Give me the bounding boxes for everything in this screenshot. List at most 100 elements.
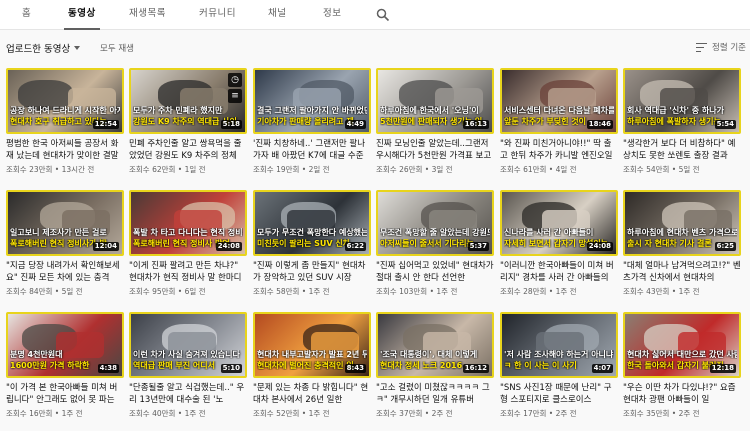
video-meta: 조회수 28만회 • 1주 전 [500,287,577,296]
video-card[interactable]: 결국 그랜저 팔아가지 안 바뀌었던 기아차가 판매량 올리려고 제 4:49 '진짜… [253,68,371,186]
video-thumbnail[interactable]: 하루아침에 현대차 벤츠 가격으로 출시 자 현대차 기사 결론 6:25 [623,190,741,256]
duration-badge: 4:07 [591,364,613,373]
video-thumbnail[interactable]: '저 사람 조사해야 하는거 아니냐' ㅋ 한 이 사는 이 사기 4:07 [500,312,618,378]
video-meta: 조회수 23만회 • 13시간 전 [6,165,95,174]
video-meta: 조회수 52만회 • 1주 전 [253,409,330,418]
video-title[interactable]: 민폐 주차인줄 알고 쌍욕먹을 줄 았었던 강원도 K9 차주의 정체 [129,138,247,162]
video-thumbnail[interactable]: '조국 대통령이', 대체 이렇게 현대차 정세 노크 2016 16:12 [376,312,494,378]
video-title[interactable]: "단종될줄 알고 식겁했는데.." 우리 13년만에 대수술 된 '노 [129,382,247,406]
video-card[interactable]: 폭발 차 타고 다니다는 현직 정비사가폭로해버린 현직 정비사 발언24:08… [129,190,247,308]
uploads-dropdown[interactable]: 업로드한 동영상 [6,41,81,55]
video-meta: 조회수 17만회 • 2주 전 [500,409,577,418]
video-thumbnail[interactable]: 모두가 주차 민폐라 했지만 강원도 K9 차주의 역대급 사이 5:18 ◷ ≡ [129,68,247,134]
thumbnail-caption: 일고보니 제조사가 만든 걸로 [10,228,107,237]
video-thumbnail[interactable]: 하루아침에 한국에서 '오닝'이 5천만원에 판매되자 생기는 일 16:13 [376,68,494,134]
thumbnail-caption: 회사 역대급 '신차' 중 하나가 [627,106,724,115]
thumbnail-caption: 모두가 무조건 폭망한다 예상했는데 [257,228,367,237]
video-title[interactable]: "이 가격 본 한국아빠들 미쳐 버립니다" 안그래도 없어 못 파는 [6,382,124,406]
search-icon[interactable] [376,8,390,22]
video-title[interactable]: "대체 얼마나 남겨먹으려고!?" 벤츠가격 신차에서 현대차의 [623,260,741,284]
video-card[interactable]: 모두가 무조건 폭망한다 예상했는데 미친듯이 팔리는 SUV 신차 6:22 "진짜… [253,190,371,308]
play-all-button[interactable]: 모두 재생 [100,42,134,54]
video-thumbnail[interactable]: 분명 4천만원대 1600만원 가격 하락한 4:38 [6,312,124,378]
duration-badge: 12:04 [92,242,119,251]
video-meta: 조회수 61만회 • 4일 전 [500,165,577,174]
video-thumbnail[interactable]: 결국 그랜저 팔아가지 안 바뀌었던 기아차가 판매량 올리려고 제 4:49 [253,68,371,134]
video-title[interactable]: "생각한거 보다 더 비참하다" 예상치도 못한 쏘렌토 출장 결과 [623,138,741,162]
video-card[interactable]: '조국 대통령이', 대체 이렇게 현대차 정세 노크 2016 16:12 "고소 … [376,312,494,430]
video-thumbnail[interactable]: 이런 차가 사실 숨겨져 있습니다 역대급 판매 부진 어디서 5:10 [129,312,247,378]
uploads-bar: 업로드한 동영상 모두 재생 정렬 기준 [0,30,750,64]
video-meta: 조회수 43만회 • 1주 전 [623,287,700,296]
video-card[interactable]: 무조건 폭망할 줄 알았는데 강원도 아저씨들이 줄서서 기다리는 5:37 "진짜 … [376,190,494,308]
video-meta: 조회수 84만회 • 5일 전 [6,287,83,296]
video-thumbnail[interactable]: 회사 역대급 '신차' 중 하나가 하루아침에 폭발하자 생기는 5:54 [623,68,741,134]
video-thumbnail[interactable]: 현대차 내부고발자가 발표 2년 뒤 현대차에 벌어진 충격적인 일 8:43 [253,312,371,378]
thumbnail-caption: 신나라를 사러 간 아빠들이 [504,228,594,237]
video-card[interactable]: 하루아침에 한국에서 '오닝'이 5천만원에 판매되자 생기는 일 16:13 진짜 … [376,68,494,186]
video-card[interactable]: 회사 역대급 '신차' 중 하나가 하루아침에 폭발하자 생기는 5:54 "생각한거… [623,68,741,186]
thumbnail-caption: 현대차 싫어서 대만으로 갔던 사람들 [627,350,737,359]
thumbnail-caption: 하루아침에 현대차 벤츠 가격으로 [627,228,737,237]
video-title[interactable]: "진짜 십어먹고 있었네" 현대차가 절대 출시 안 한다 선언한 [376,260,494,284]
video-title[interactable]: '진짜 치창하네..' 그랜저만 팔나가자 배 아팠던 K7에 대글 수준 [253,138,371,162]
video-title[interactable]: "이게 진짜 팔려고 만든 차냐?" 현대차가 현직 정비사 말 한마디에 [129,260,247,284]
duration-badge: 18:46 [586,120,613,129]
video-thumbnail[interactable]: 공장 하나여 드라니게 시작한 아저씨들 시현대차 호구 취급하고 있다는12:… [6,68,124,134]
tab-videos[interactable]: 동영상 [64,0,100,30]
video-title[interactable]: "지금 당장 내려가서 확인해보세요" 진짜 모든 차에 있는 충격 [6,260,124,284]
video-card[interactable]: 하루아침에 현대차 벤츠 가격으로 출시 자 현대차 기사 결론 6:25 "대체 얼… [623,190,741,308]
video-thumbnail[interactable]: 신나라를 사러 간 아빠들이 자세히 보면서 갑자기 망설이는 24:08 [500,190,618,256]
thumbnail-caption: 서비스센터 다녀온 다음날 폐차를 [504,106,614,115]
video-meta: 조회수 58만회 • 1주 전 [253,287,330,296]
video-card[interactable]: 신나라를 사러 간 아빠들이 자세히 보면서 갑자기 망설이는 24:08 "이러니깐… [500,190,618,308]
tab-home[interactable]: 홈 [22,0,31,30]
caret-down-icon [74,46,81,50]
video-card[interactable]: 서비스센터 다녀온 다음날 폐차를 앞둔 차주가 부딪힌 것이 18:46 "와 진짜… [500,68,618,186]
video-meta: 조회수 40만회 • 1주 전 [129,409,206,418]
video-thumbnail[interactable]: 폭발 차 타고 다니다는 현직 정비사가폭로해버린 현직 정비사 발언24:08 [129,190,247,256]
video-card[interactable]: 이런 차가 사실 숨겨져 있습니다 역대급 판매 부진 어디서 5:10 "단종될줄 … [129,312,247,430]
video-title[interactable]: "우슨 이딴 차가 다있냐!?" 요즘 현대차 광팬 아빠들이 일 [623,382,741,406]
tab-channels[interactable]: 채널 [268,0,286,30]
video-card[interactable]: 공장 하나여 드라니게 시작한 아저씨들 시현대차 호구 취급하고 있다는12:… [6,68,124,186]
duration-badge: 6:22 [344,242,366,251]
tab-community[interactable]: 커뮤니티 [199,0,236,30]
thumbnail-caption: 현대차 내부고발자가 발표 2년 뒤 [257,350,367,359]
video-card[interactable]: 현대차 싫어서 대만으로 갔던 사람들 한국 돌아와서 갑자기 불러진 12:18 "… [623,312,741,430]
queue-icon[interactable]: ≡ [228,89,242,103]
tab-playlists[interactable]: 재생목록 [129,0,166,30]
duration-badge: 6:25 [714,242,736,251]
video-card[interactable]: 일고보니 제조사가 만든 걸로 폭로해버린 현직 정비사가 발 12:04 "지금 당… [6,190,124,308]
video-title[interactable]: "이러니깐 한국아빠들이 미쳐 버리지" 경차를 사러 간 아빠들의 [500,260,618,284]
video-title[interactable]: "고소 걸렸이 미쳤잖ㅋㅋㅋㅋ 그 ㅋ" 개무시하던 일개 유튜버 [376,382,494,406]
video-thumbnail[interactable]: 무조건 폭망할 줄 알았는데 강원도 아저씨들이 줄서서 기다리는 5:37 [376,190,494,256]
video-title[interactable]: "SNS 사진1장 때문에 난리" 구형 스포티지로 클스로이스 [500,382,618,406]
tab-about[interactable]: 정보 [323,0,341,30]
duration-badge: 5:18 [220,120,242,129]
uploads-label: 업로드한 동영상 [6,44,71,55]
video-title[interactable]: 진짜 모닝인줄 알았는데..그랜저 우시해다가 5천만원 가격표 보고 [376,138,494,162]
duration-badge: 5:37 [467,242,489,251]
sort-button[interactable]: 정렬 기준 [696,41,746,53]
video-thumbnail[interactable]: 일고보니 제조사가 만든 걸로 폭로해버린 현직 정비사가 발 12:04 [6,190,124,256]
video-meta: 조회수 95만회 • 6일 전 [129,287,206,296]
video-card[interactable]: 모두가 주차 민폐라 했지만 강원도 K9 차주의 역대급 사이 5:18 ◷ ≡ 민폐 … [129,68,247,186]
video-thumbnail[interactable]: 현대차 싫어서 대만으로 갔던 사람들 한국 돌아와서 갑자기 불러진 12:18 [623,312,741,378]
video-title[interactable]: "문제 있는 차종 다 밝힙니다" 현대차 본사에서 26년 일한 [253,382,371,406]
video-title[interactable]: "와 진짜 미친거아니야!!" 딱 출고 한뒤 차주가 카니발 엔진오일 갈리 [500,138,618,162]
video-title[interactable]: "진짜 이렇게 좀 만들지" 현대차가 장악하고 있던 SUV 시장 [253,260,371,284]
duration-badge: 24:08 [215,242,242,251]
video-meta: 조회수 37만회 • 2주 전 [376,409,453,418]
channel-tabs: 홈 동영상 재생목록 커뮤니티 채널 정보 [0,0,750,30]
video-thumbnail[interactable]: 서비스센터 다녀온 다음날 폐차를 앞둔 차주가 부딪힌 것이 18:46 [500,68,618,134]
sort-label: 정렬 기준 [712,43,746,53]
video-thumbnail[interactable]: 모두가 무조건 폭망한다 예상했는데 미친듯이 팔리는 SUV 신차 6:22 [253,190,371,256]
clock-icon[interactable]: ◷ [228,73,242,87]
duration-badge: 16:13 [462,120,489,129]
video-title[interactable]: 평범한 한국 아저씨들 공장서 화재 났는데 현대차가 맞이한 결말 [6,138,124,162]
video-card[interactable]: 현대차 내부고발자가 발표 2년 뒤 현대차에 벌어진 충격적인 일 8:43 "문제… [253,312,371,430]
thumbnail-caption: 결국 그랜저 팔아가지 안 바뀌었던 [257,106,367,115]
video-card[interactable]: '저 사람 조사해야 하는거 아니냐' ㅋ 한 이 사는 이 사기 4:07 "SNS… [500,312,618,430]
video-card[interactable]: 분명 4천만원대 1600만원 가격 하락한 4:38 "이 가격 본 한국아빠들 미… [6,312,124,430]
